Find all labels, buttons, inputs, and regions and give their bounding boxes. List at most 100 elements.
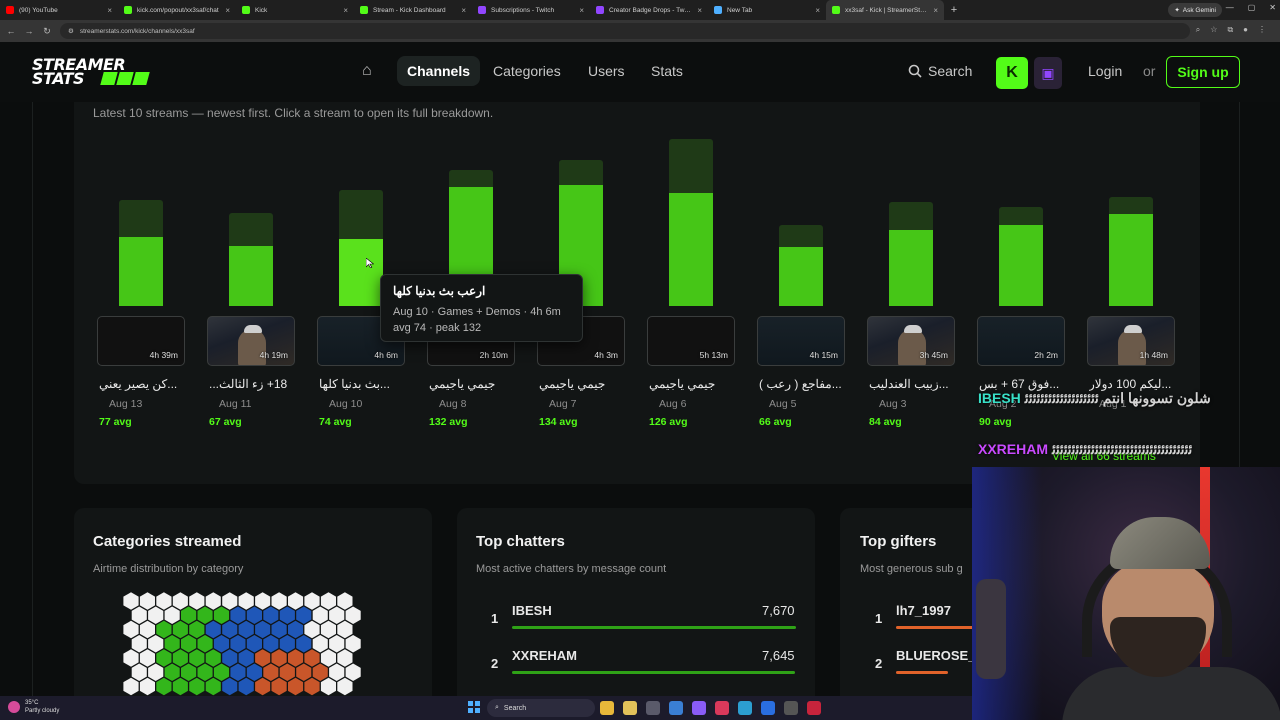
menu-icon[interactable]: ⋮ (1258, 25, 1266, 35)
stream-title[interactable]: جيمي ياجيمي (649, 377, 749, 391)
streamerstats-logo[interactable]: STREAMER STATS (32, 57, 150, 87)
category-hex[interactable] (148, 606, 164, 625)
stream-title[interactable]: ...زبيب العندليب (869, 377, 969, 391)
category-hex[interactable] (197, 606, 213, 625)
category-hex[interactable] (139, 649, 155, 667)
category-hex[interactable] (139, 592, 155, 610)
category-hex[interactable] (304, 592, 320, 610)
category-hex[interactable] (304, 620, 320, 639)
category-hex[interactable] (279, 663, 295, 682)
category-hex[interactable] (205, 620, 221, 639)
stream-avg-bar[interactable] (339, 239, 383, 306)
chrome-icon[interactable] (600, 701, 614, 715)
stream-thumbnail[interactable]: 1h 48m (1087, 316, 1175, 366)
home-icon[interactable]: ⌂ (362, 62, 380, 80)
category-hex[interactable] (172, 620, 188, 639)
category-hex[interactable] (123, 677, 139, 696)
windows-start-icon[interactable] (468, 701, 480, 713)
category-hex[interactable] (156, 649, 172, 667)
category-hex[interactable] (131, 606, 147, 625)
category-hex[interactable] (238, 592, 254, 610)
category-hex[interactable] (230, 663, 246, 682)
site-info-icon[interactable]: ⚙ (68, 27, 74, 35)
signup-button[interactable]: Sign up (1166, 56, 1240, 88)
stream-title[interactable]: ...ليكم 100 دولار (1089, 377, 1189, 391)
category-hex[interactable] (197, 663, 213, 682)
category-hex[interactable] (288, 677, 304, 696)
category-hex[interactable] (230, 635, 246, 653)
search-button[interactable]: Search (908, 63, 972, 79)
category-hex[interactable] (172, 677, 188, 696)
profile-avatar-icon[interactable]: ● (1243, 25, 1248, 35)
tab-close-icon[interactable]: × (107, 6, 112, 15)
tab-close-icon[interactable]: × (815, 6, 820, 15)
category-hex[interactable] (320, 677, 336, 696)
weather-widget[interactable]: 35°C Partly cloudy (8, 699, 59, 715)
category-hex[interactable] (189, 649, 205, 667)
browser-tab[interactable]: Subscriptions - Twitch × (472, 0, 590, 20)
stream-thumbnail[interactable]: 3h 45m (867, 316, 955, 366)
category-hex[interactable] (181, 663, 197, 682)
stream-avg-bar[interactable] (1109, 214, 1153, 306)
chatter-name[interactable]: IBESH (512, 603, 552, 618)
category-hex[interactable] (156, 592, 172, 610)
category-hex[interactable] (255, 592, 271, 610)
category-hex[interactable] (288, 620, 304, 639)
stream-thumbnail[interactable]: 5h 13m (647, 316, 735, 366)
category-hex[interactable] (304, 677, 320, 696)
category-hex[interactable] (263, 606, 279, 625)
stream-thumbnail[interactable]: 4h 39m (97, 316, 185, 366)
nav-users[interactable]: Users (588, 63, 625, 79)
category-hex[interactable] (172, 649, 188, 667)
category-hex[interactable] (131, 663, 147, 682)
category-hex[interactable] (139, 677, 155, 696)
category-hex[interactable] (213, 663, 230, 682)
category-hex[interactable] (337, 677, 353, 696)
bookmark-star-icon[interactable]: ☆ (1210, 25, 1217, 35)
category-hex[interactable] (296, 635, 312, 653)
tab-close-icon[interactable]: × (343, 6, 348, 15)
category-hex[interactable] (320, 592, 336, 610)
stream-avg-bar[interactable] (669, 192, 713, 306)
category-hex[interactable] (329, 606, 345, 625)
category-hex[interactable] (312, 635, 328, 653)
stream-title[interactable]: ...فوق 67 + بس (979, 377, 1079, 391)
stream-avg-bar[interactable] (229, 245, 273, 306)
close-window-icon[interactable]: ✕ (1269, 3, 1276, 12)
taskbar-search[interactable]: ⌕ Search (487, 699, 595, 717)
app-icon[interactable] (784, 701, 798, 715)
category-hex[interactable] (205, 677, 221, 696)
category-hex[interactable] (329, 663, 345, 682)
browser-tab[interactable]: New Tab × (708, 0, 826, 20)
twitch-platform-icon[interactable]: ▣ (1034, 57, 1062, 89)
category-hex[interactable] (238, 677, 254, 696)
category-hex[interactable] (271, 677, 287, 696)
category-hex[interactable] (312, 663, 328, 682)
category-hex[interactable] (123, 592, 139, 610)
maximize-icon[interactable]: ▢ (1248, 3, 1256, 12)
extensions-icon[interactable]: ⧉ (1227, 25, 1233, 35)
stream-title[interactable]: ...مفاجع ( رعب ) (759, 377, 859, 391)
category-hex[interactable] (296, 663, 312, 682)
category-hex[interactable] (205, 592, 221, 610)
zoom-icon[interactable]: ⌕ (1196, 25, 1200, 35)
category-hex[interactable] (164, 606, 180, 625)
stream-avg-bar[interactable] (779, 246, 823, 306)
browser-tab[interactable]: Creator Badge Drops - Twitch × (590, 0, 708, 20)
tab-close-icon[interactable]: × (225, 6, 230, 15)
chatter-name[interactable]: XXREHAM (512, 648, 577, 663)
stream-title[interactable]: ...بث بدنيا كلها (319, 377, 419, 391)
minimize-icon[interactable]: — (1226, 3, 1234, 12)
steam-icon[interactable] (738, 701, 752, 715)
stream-title[interactable]: جيمي ياجيمي (539, 377, 639, 391)
category-hex[interactable] (279, 606, 295, 625)
forward-icon[interactable]: → (22, 26, 36, 36)
category-hex[interactable] (329, 635, 345, 653)
category-hex[interactable] (238, 649, 254, 667)
category-hex[interactable] (123, 649, 139, 667)
category-hex[interactable] (148, 663, 164, 682)
gifter-name[interactable]: BLUEROSE_3 (896, 648, 983, 663)
ask-gemini-button[interactable]: ✦ Ask Gemini (1168, 3, 1222, 17)
gifter-name[interactable]: lh7_1997 (896, 603, 951, 618)
category-hex[interactable] (148, 635, 164, 653)
